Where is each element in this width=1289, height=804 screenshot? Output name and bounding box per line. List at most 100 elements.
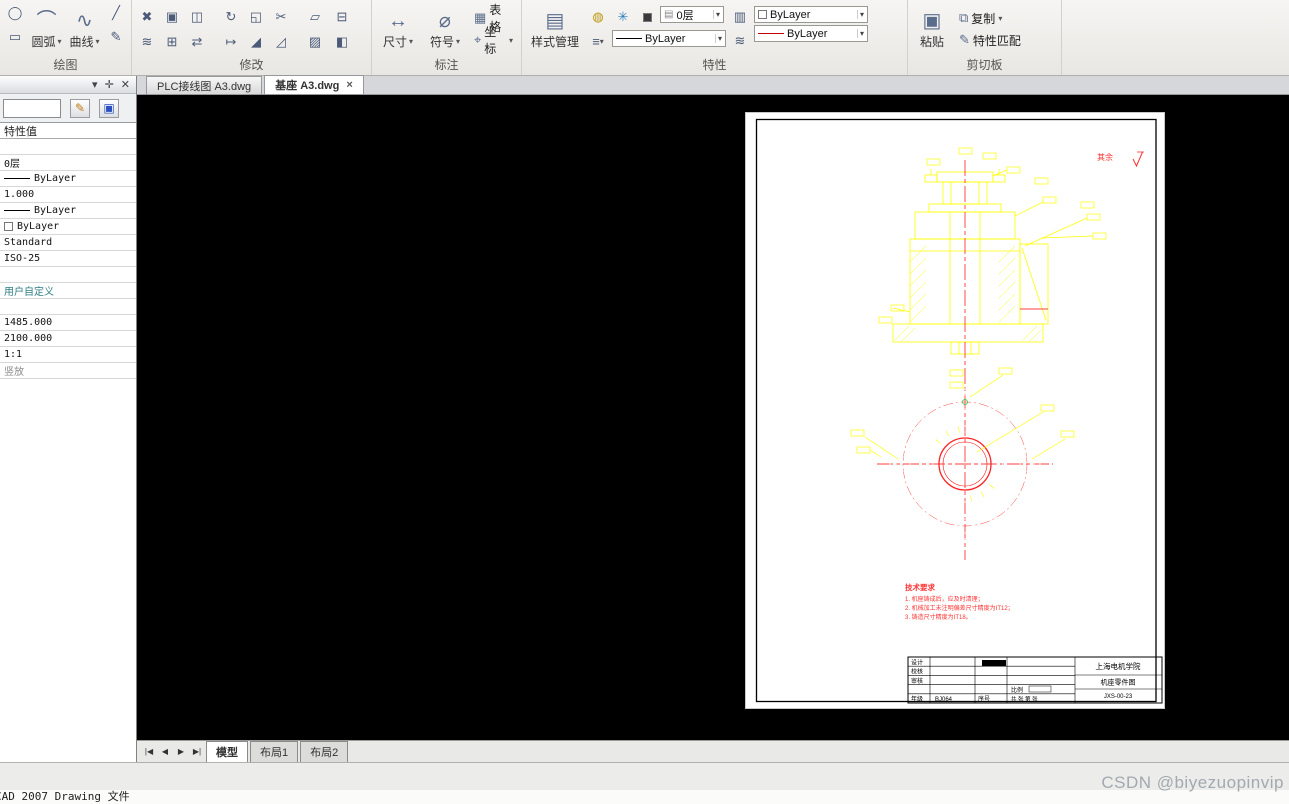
rotate-icon[interactable]: ↻ xyxy=(220,6,242,28)
chevron-down-icon: ▾ xyxy=(998,13,1003,23)
annotate-group-label: 标注 xyxy=(434,58,459,72)
line-icon[interactable]: ╱ xyxy=(105,2,127,24)
chevron-down-icon[interactable]: ▾ xyxy=(92,78,98,91)
next-tab-icon[interactable]: ▶ xyxy=(174,747,188,756)
circle-icon[interactable]: ◯ xyxy=(4,2,26,24)
lineweight-value: ByLayer xyxy=(787,27,828,40)
spline-button[interactable]: ∿ 曲线 ▾ xyxy=(67,2,102,56)
match-properties-button[interactable]: ✎ 特性匹配 xyxy=(955,30,1025,50)
match-properties-label: 特性匹配 xyxy=(972,33,1021,48)
property-row-layer[interactable]: 0层 xyxy=(0,155,136,171)
paste-button[interactable]: ▣ 粘贴 xyxy=(912,2,952,56)
erase-icon[interactable]: ✖ xyxy=(136,6,158,28)
pencil-icon[interactable]: ✎ xyxy=(105,26,127,48)
scale-icon[interactable]: ◱ xyxy=(245,6,267,28)
lineweight-select[interactable]: ByLayer ▾ xyxy=(754,25,868,42)
close-icon[interactable]: ✕ xyxy=(121,78,130,91)
close-icon[interactable]: × xyxy=(346,79,352,91)
property-row[interactable] xyxy=(0,267,136,283)
tab-model[interactable]: 模型 xyxy=(206,741,248,762)
property-row-color[interactable]: ByLayer xyxy=(0,219,136,235)
svg-text:共 张 第 张: 共 张 第 张 xyxy=(1011,695,1038,703)
property-row[interactable] xyxy=(0,139,136,155)
ribbon-group-draw: ◯ ▭ ⌒ 圆弧 ▾ ∿ 曲线 ▾ ╱ ✎ 绘图 xyxy=(0,0,132,75)
lineweight-icon[interactable]: ≋ xyxy=(729,30,751,52)
object-select-combo[interactable] xyxy=(3,98,61,118)
dimension-icon: ↔ xyxy=(387,9,408,32)
property-row-scale[interactable]: 1:1 xyxy=(0,347,136,363)
svg-text:2. 机械加工未注明偏差尺寸精度为IT12；: 2. 机械加工未注明偏差尺寸精度为IT12； xyxy=(905,604,1014,612)
property-table: 特性值 0层 ByLayer 1.000 ByLayer ByLayer Sta… xyxy=(0,122,136,762)
property-row-text-style[interactable]: Standard xyxy=(0,235,136,251)
array-icon[interactable]: ⊞ xyxy=(161,31,183,53)
lineweight-preview xyxy=(758,33,784,34)
plot-style-icon[interactable]: ▥ xyxy=(729,6,751,28)
match-properties-icon: ✎ xyxy=(959,32,970,47)
last-tab-icon[interactable]: ▶| xyxy=(190,747,204,756)
quick-select-button[interactable]: ✎ xyxy=(70,98,90,118)
style-manager-button[interactable]: ▤ 样式管理 xyxy=(526,2,584,56)
property-row-linetype[interactable]: ByLayer xyxy=(0,171,136,187)
doc-tab-jizuo[interactable]: 基座 A3.dwg × xyxy=(264,75,364,94)
fillet-icon[interactable]: ◢ xyxy=(245,31,267,53)
property-row-width[interactable]: 1485.000 xyxy=(0,315,136,331)
arc-button[interactable]: ⌒ 圆弧 ▾ xyxy=(29,2,64,56)
model-space-canvas[interactable]: 其余 技术要求 1. 机座铸成后，应及时清理； 2. 机械加工未注明偏差尺寸精度… xyxy=(137,95,1289,740)
pin-icon[interactable]: ✛ xyxy=(105,78,114,91)
layer-select[interactable]: ▤ 0层 ▾ xyxy=(660,6,724,23)
mirror-icon[interactable]: ◫ xyxy=(186,6,208,28)
dimension-button[interactable]: ↔ 尺寸 ▾ xyxy=(376,2,420,56)
offset-icon[interactable]: ≋ xyxy=(136,31,158,53)
property-row-orientation[interactable]: 竖放 xyxy=(0,363,136,379)
chevron-down-icon: ▾ xyxy=(712,10,720,19)
doc-tab-plc[interactable]: PLC接线图 A3.dwg xyxy=(146,76,263,94)
tab-layout1[interactable]: 布局1 xyxy=(250,741,299,762)
linetype-select[interactable]: ByLayer ▾ xyxy=(612,30,726,47)
chevron-down-icon: ▾ xyxy=(509,35,514,45)
rectangle-icon[interactable]: ▭ xyxy=(4,26,26,48)
first-tab-icon[interactable]: |◀ xyxy=(142,747,156,756)
draw-group-label: 绘图 xyxy=(53,58,78,72)
command-line-area[interactable] xyxy=(0,762,1289,790)
style-manager-icon: ▤ xyxy=(545,9,565,32)
layer-freeze-icon[interactable]: ✳ xyxy=(612,6,634,28)
svg-text:审核: 审核 xyxy=(911,677,923,685)
extend-icon[interactable]: ↦ xyxy=(220,31,242,53)
title-block-mark-cell xyxy=(982,660,1006,667)
layer-lock-icon[interactable] xyxy=(636,6,658,28)
modify-group-label: 修改 xyxy=(239,58,264,72)
explode-icon[interactable]: ⊟ xyxy=(331,6,353,28)
coordinate-button[interactable]: ⌖ 坐标 ▾ xyxy=(470,25,517,56)
tab-layout2[interactable]: 布局2 xyxy=(300,741,349,762)
svg-text:JXS-00-23: JXS-00-23 xyxy=(1104,694,1133,700)
property-row-custom[interactable]: 用户自定义 xyxy=(0,283,136,299)
stretch-icon[interactable]: ▱ xyxy=(304,6,326,28)
chevron-down-icon: ▾ xyxy=(714,34,722,43)
break-icon[interactable]: ▨ xyxy=(304,31,326,53)
move-icon[interactable]: ⇄ xyxy=(186,31,208,53)
color-select[interactable]: ByLayer ▾ xyxy=(754,6,868,23)
chevron-down-icon: ▾ xyxy=(856,10,864,19)
ribbon: ◯ ▭ ⌒ 圆弧 ▾ ∿ 曲线 ▾ ╱ ✎ 绘图 ✖ ▣ ◫ ≋ ⊞ ⇄ ↻ ◱… xyxy=(0,0,1289,76)
paste-icon: ▣ xyxy=(922,9,942,32)
dimension-label: 尺寸 xyxy=(382,34,407,49)
copy-clip-button[interactable]: ⧉ 复制 ▾ xyxy=(955,8,1025,28)
svg-text:1. 机座铸成后，应及时清理；: 1. 机座铸成后，应及时清理； xyxy=(905,595,984,603)
list-menu-button[interactable]: ≡ ▾ xyxy=(587,30,609,52)
color-value: ByLayer xyxy=(770,8,811,21)
property-row-linetype-scale[interactable]: 1.000 xyxy=(0,187,136,203)
svg-text:机座零件图: 机座零件图 xyxy=(1101,678,1136,687)
property-row-height[interactable]: 2100.000 xyxy=(0,331,136,347)
layer-bulb-icon[interactable]: ◍ xyxy=(587,6,609,28)
join-icon[interactable]: ◧ xyxy=(331,31,353,53)
property-row-lineweight[interactable]: ByLayer xyxy=(0,203,136,219)
property-row[interactable] xyxy=(0,299,136,315)
copy-clip-icon: ⧉ xyxy=(959,10,969,25)
copy-icon[interactable]: ▣ xyxy=(161,6,183,28)
property-row-dim-style[interactable]: ISO-25 xyxy=(0,251,136,267)
trim-icon[interactable]: ✂ xyxy=(270,6,292,28)
symbol-button[interactable]: ⌀ 符号 ▾ xyxy=(423,2,467,56)
select-objects-button[interactable]: ▣ xyxy=(99,98,119,118)
prev-tab-icon[interactable]: ◀ xyxy=(158,747,172,756)
chamfer-icon[interactable]: ◿ xyxy=(270,31,292,53)
